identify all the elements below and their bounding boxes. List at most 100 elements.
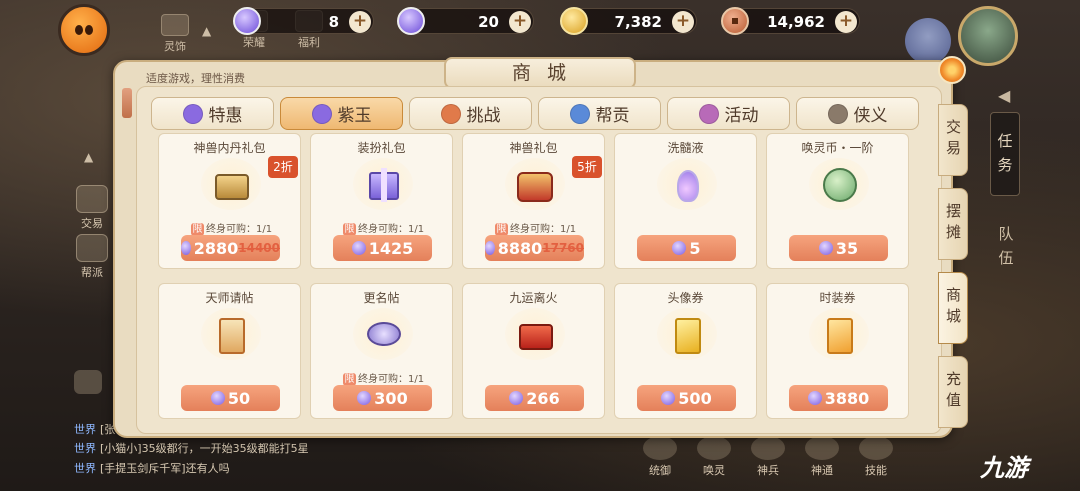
healthy-gaming-hint: 适度游戏，理性消费 [146, 72, 245, 85]
side-tabs: 交易 摆摊 商城 充值 [938, 104, 968, 440]
shop-item-card[interactable]: 九运离火 266 [462, 283, 605, 419]
gold-coin-icon [560, 7, 588, 35]
add-bound-jade-button[interactable]: + [509, 11, 531, 33]
jade-icon [661, 391, 676, 405]
chat-line[interactable]: 世界 [手提玉剑斥千军]还有人吗 [74, 460, 230, 476]
add-gold-button[interactable]: + [672, 11, 694, 33]
price-button[interactable]: 5 [637, 235, 736, 261]
team-button[interactable]: 队伍 [992, 222, 1020, 270]
resource-bound-jade: 20 + [397, 7, 534, 35]
purple-jade-icon [233, 7, 261, 35]
back-arrow-icon[interactable]: ◀ [998, 86, 1010, 105]
price-button[interactable]: 300 [333, 385, 432, 411]
jade-icon [485, 241, 495, 255]
shop-item-card[interactable]: 天师请帖 50 [158, 283, 301, 419]
challenge-token-icon [440, 103, 461, 124]
price-button[interactable]: 266 [485, 385, 584, 411]
shop-item-card[interactable]: 更名帖 限终身可购：1/1 300 [310, 283, 453, 419]
guild-contribution-icon [569, 103, 590, 124]
potion-bottle-icon [657, 158, 717, 210]
jade-icon [181, 241, 191, 255]
item-row: 神兽内丹礼包 2折 限终身可购：1/1 2880 14400 装扮礼包 限终身可购… [158, 133, 909, 269]
skill-magic[interactable]: 神通 [802, 436, 842, 478]
jade-icon [182, 103, 203, 124]
tab-challenge[interactable]: 挑战 [409, 97, 532, 130]
shop-title: 商城 [444, 57, 636, 89]
side-tab-recharge[interactable]: 充值 [938, 356, 968, 428]
avatar-ticket-icon [657, 308, 717, 360]
purchase-limit: 限终身可购：1/1 [495, 223, 577, 236]
price-button[interactable]: 50 [181, 385, 280, 411]
guild-button[interactable]: 帮派 [72, 234, 112, 280]
skill-abilities[interactable]: 技能 [856, 436, 896, 478]
chivalry-token-icon [827, 103, 848, 124]
pet-avatar-icon[interactable] [58, 4, 110, 56]
rename-tag-icon [353, 308, 413, 360]
price-button[interactable]: 2880 14400 [181, 235, 280, 261]
expand-arrow-icon[interactable]: ▲ [84, 150, 93, 164]
copper-coin-icon [721, 7, 749, 35]
tab-chivalry[interactable]: 侠义 [796, 97, 919, 130]
purchase-limit: 限终身可购：1/1 [343, 223, 425, 236]
close-flower-icon[interactable] [938, 56, 966, 84]
trade-button[interactable]: 交易 [72, 185, 112, 231]
shop-item-card[interactable]: 时装券 3880 [766, 283, 909, 419]
command-icon [643, 436, 677, 460]
treasure-chest-icon [505, 158, 565, 210]
shortcut-ornament[interactable]: 灵饰 [158, 14, 192, 54]
golden-chest-icon [201, 158, 261, 210]
chat-bubble-icon[interactable] [74, 370, 102, 394]
skill-bar: 统御 唤灵 神兵 神通 技能 [640, 436, 896, 478]
shop-item-card[interactable]: 神兽礼包 5折 限终身可购：1/1 8880 17760 [462, 133, 605, 269]
player-avatar[interactable] [958, 6, 1018, 66]
price-button[interactable]: 1425 [333, 235, 432, 261]
purchase-limit: 限终身可购：1/1 [343, 373, 425, 386]
magic-icon [805, 436, 839, 460]
discount-badge: 2折 [268, 156, 298, 178]
tab-purple-jade[interactable]: 紫玉 [280, 97, 403, 130]
fashion-ticket-icon [809, 308, 869, 360]
tab-event[interactable]: 活动 [667, 97, 790, 130]
shop-item-card[interactable]: 神兽内丹礼包 2折 限终身可购：1/1 2880 14400 [158, 133, 301, 269]
shop-item-card[interactable]: 唤灵币・一阶 35 [766, 133, 909, 269]
task-button[interactable]: 任务 [990, 112, 1020, 196]
guild-icon [76, 234, 108, 262]
resource-copper: 14,962 + [721, 7, 860, 35]
tassel-ornament-icon [122, 88, 132, 118]
firecracker-icon [505, 308, 565, 360]
price-button[interactable]: 3880 [789, 385, 888, 411]
item-row: 天师请帖 50 更名帖 限终身可购：1/1 300 九运离火 266 头像券 5… [158, 283, 909, 419]
collapse-arrow-icon[interactable]: ▲ [202, 24, 211, 38]
tab-guild-contribution[interactable]: 帮贡 [538, 97, 661, 130]
weapon-icon [751, 436, 785, 460]
shop-item-card[interactable]: 头像券 500 [614, 283, 757, 419]
event-token-icon [698, 103, 719, 124]
discount-badge: 5折 [572, 156, 602, 178]
chat-line[interactable]: 世界 [张 [74, 421, 115, 437]
jade-icon [807, 391, 822, 405]
skill-weapon[interactable]: 神兵 [748, 436, 788, 478]
add-purple-jade-button[interactable]: + [349, 11, 371, 33]
jade-icon [210, 391, 225, 405]
trade-icon [76, 185, 108, 213]
jade-icon [818, 241, 833, 255]
side-tab-shop[interactable]: 商城 [938, 272, 968, 344]
price-button[interactable]: 35 [789, 235, 888, 261]
chat-line[interactable]: 世界 [小猫小]35级都行，一开始35级都能打5星 [74, 440, 309, 456]
tab-special-offer[interactable]: 特惠 [151, 97, 274, 130]
jade-icon [311, 103, 332, 124]
side-tab-trade[interactable]: 交易 [938, 104, 968, 176]
brand-watermark: 九游 [980, 454, 1028, 482]
ornament-icon [161, 14, 189, 36]
price-button[interactable]: 500 [637, 385, 736, 411]
skill-summon[interactable]: 唤灵 [694, 436, 734, 478]
side-tab-stall[interactable]: 摆摊 [938, 188, 968, 260]
jade-icon [672, 241, 687, 255]
price-button[interactable]: 8880 17760 [485, 235, 584, 261]
summon-icon [697, 436, 731, 460]
shop-item-card[interactable]: 装扮礼包 限终身可购：1/1 1425 [310, 133, 453, 269]
skill-command[interactable]: 统御 [640, 436, 680, 478]
bound-jade-icon [397, 7, 425, 35]
add-copper-button[interactable]: + [835, 11, 857, 33]
shop-item-card[interactable]: 洗髓液 5 [614, 133, 757, 269]
